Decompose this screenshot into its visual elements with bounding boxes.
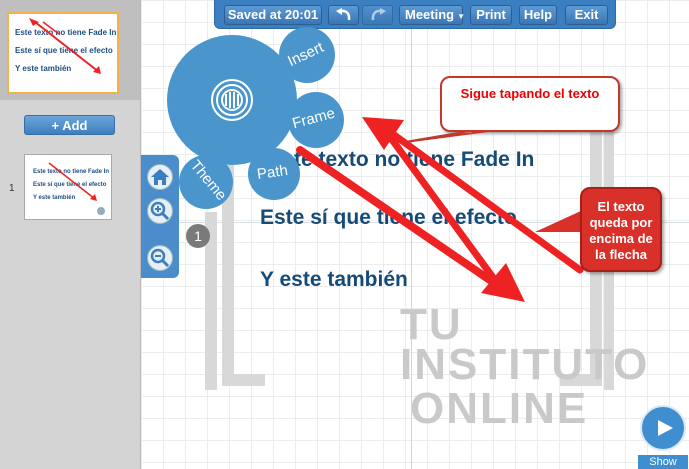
bubble-menu-main[interactable] [167,35,297,165]
callout-right: El texto queda por encima de la flecha [580,187,662,272]
insert-bubble[interactable]: Insert [279,27,335,83]
zoom-out-icon [150,248,170,268]
zoom-in-button[interactable] [147,198,173,224]
help-button[interactable]: Help [519,5,557,25]
play-icon [658,420,673,436]
callout-right-text: El texto queda por encima de la flecha [589,199,653,262]
exit-button[interactable]: Exit [565,5,608,25]
frame-bubble[interactable]: Frame [288,92,344,148]
slide-text-2[interactable]: Este sí que tiene el efecto [260,206,517,230]
path-bubble[interactable]: Path [248,148,300,200]
show-button[interactable]: Show [638,405,688,469]
zoom-in-icon [150,201,170,221]
insert-label: Insert [285,38,327,71]
meeting-dropdown[interactable]: Meeting ▼ [399,5,466,25]
home-icon [151,169,169,185]
theme-label: Theme [186,157,230,204]
print-button[interactable]: Print [470,5,512,25]
slide-text-1[interactable]: te texto no tiene Fade In [294,148,534,172]
zoom-panel [141,155,179,278]
watermark-line-2: INSTITUTO [400,340,650,389]
play-circle [640,405,686,451]
watermark-line-3: ONLINE [410,384,589,433]
redo-button[interactable] [362,5,393,25]
redo-icon [371,8,386,21]
step-number-badge: 1 [186,224,210,248]
frame-label: Frame [290,104,337,133]
undo-icon [335,8,350,21]
saved-status-button[interactable]: Saved at 20:01 [224,5,322,25]
path-label: Path [255,161,289,184]
home-button[interactable] [147,164,173,190]
chevron-down-icon: ▼ [457,12,466,21]
callout-top: Sigue tapando el texto [440,76,620,132]
zoom-out-button[interactable] [147,245,173,271]
top-toolbar: Saved at 20:01 Meeting ▼ Print Help Exit [214,0,616,29]
callout-top-text: Sigue tapando el texto [460,86,600,101]
slide-text-3[interactable]: Y este también [260,268,408,292]
show-label: Show [638,455,688,469]
fingerprint-icon [211,79,253,121]
meeting-label: Meeting [405,7,455,22]
theme-bubble[interactable]: Theme [179,155,233,209]
undo-button[interactable] [328,5,359,25]
